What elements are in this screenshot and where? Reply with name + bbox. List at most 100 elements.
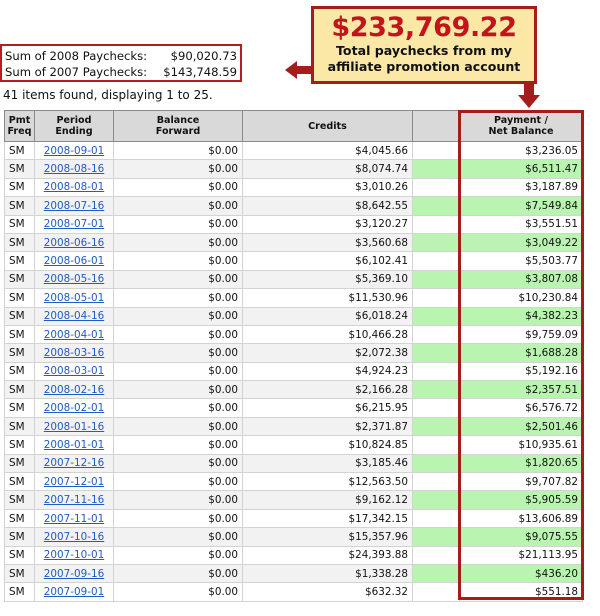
summary-row-2007: Sum of 2007 Paychecks: $143,748.59 bbox=[5, 64, 237, 80]
cell-blank bbox=[412, 232, 460, 253]
period-ending-link[interactable]: 2008-04-16 bbox=[44, 310, 104, 322]
callout-amount: $233,769.22 bbox=[331, 12, 517, 43]
cell-period-ending: 2008-01-16 bbox=[34, 416, 114, 437]
cell-pmt-freq: SM bbox=[4, 563, 35, 584]
period-ending-link[interactable]: 2008-04-01 bbox=[44, 329, 104, 341]
period-ending-link[interactable]: 2008-02-16 bbox=[44, 384, 104, 396]
sum-2008-label: Sum of 2008 Paychecks: bbox=[5, 49, 148, 63]
table-row: SM 2008-01-16 $0.00 $2,371.87 $2,501.46 bbox=[4, 416, 583, 437]
period-ending-link[interactable]: 2008-03-01 bbox=[44, 365, 104, 377]
header-credits[interactable]: Credits bbox=[242, 110, 413, 142]
cell-period-ending: 2008-09-01 bbox=[34, 140, 114, 161]
period-ending-link[interactable]: 2007-12-16 bbox=[44, 457, 104, 469]
cell-period-ending: 2008-05-01 bbox=[34, 288, 114, 308]
cell-payment-net-balance: $5,905.59 bbox=[459, 490, 583, 510]
period-ending-link[interactable]: 2007-10-01 bbox=[44, 549, 104, 561]
period-ending-link[interactable]: 2008-01-01 bbox=[44, 439, 104, 451]
period-ending-link[interactable]: 2008-06-16 bbox=[44, 237, 104, 249]
header-period-ending[interactable]: Period Ending bbox=[34, 110, 114, 142]
cell-credits: $632.32 bbox=[242, 582, 413, 602]
cell-payment-net-balance: $551.18 bbox=[459, 582, 583, 602]
cell-pmt-freq: SM bbox=[4, 508, 35, 529]
cell-period-ending: 2008-02-16 bbox=[34, 380, 114, 400]
cell-pmt-freq: SM bbox=[4, 490, 35, 510]
cell-credits: $17,342.15 bbox=[242, 508, 413, 529]
cell-balance-forward: $0.00 bbox=[113, 324, 243, 345]
cell-credits: $2,166.28 bbox=[242, 380, 413, 400]
cell-balance-forward: $0.00 bbox=[113, 196, 243, 216]
period-ending-link[interactable]: 2007-11-16 bbox=[44, 494, 104, 506]
total-paychecks-callout: $233,769.22 Total paychecks from my affi… bbox=[311, 6, 537, 84]
table-row: SM 2008-01-01 $0.00 $10,824.85 $10,935.61 bbox=[4, 435, 583, 455]
cell-blank bbox=[412, 269, 460, 290]
sum-2007-value: $143,748.59 bbox=[163, 65, 237, 79]
cell-blank bbox=[412, 140, 460, 161]
period-ending-link[interactable]: 2008-07-01 bbox=[44, 218, 104, 230]
cell-blank bbox=[412, 380, 460, 400]
cell-credits: $4,045.66 bbox=[242, 140, 413, 161]
cell-credits: $9,162.12 bbox=[242, 490, 413, 510]
cell-pmt-freq: SM bbox=[4, 453, 35, 474]
period-ending-link[interactable]: 2008-09-01 bbox=[44, 145, 104, 157]
cell-pmt-freq: SM bbox=[4, 232, 35, 253]
cell-credits: $2,371.87 bbox=[242, 416, 413, 437]
paycheck-table-container: Pmt Freq Period Ending Balance Forward C… bbox=[4, 110, 583, 602]
cell-payment-net-balance: $2,357.51 bbox=[459, 380, 583, 400]
period-ending-link[interactable]: 2008-05-01 bbox=[44, 292, 104, 304]
cell-balance-forward: $0.00 bbox=[113, 380, 243, 400]
cell-credits: $6,102.41 bbox=[242, 251, 413, 271]
cell-balance-forward: $0.00 bbox=[113, 177, 243, 198]
period-ending-link[interactable]: 2008-03-16 bbox=[44, 347, 104, 359]
cell-payment-net-balance: $436.20 bbox=[459, 563, 583, 584]
cell-payment-net-balance: $5,503.77 bbox=[459, 251, 583, 271]
period-ending-link[interactable]: 2007-09-01 bbox=[44, 586, 104, 598]
period-ending-link[interactable]: 2007-12-01 bbox=[44, 476, 104, 488]
header-pmt-freq-line1: Pmt bbox=[8, 115, 31, 126]
period-ending-link[interactable]: 2007-11-01 bbox=[44, 513, 104, 525]
header-pmt-freq-line2: Freq bbox=[7, 126, 32, 137]
arrow-down-icon bbox=[518, 82, 540, 108]
cell-credits: $8,642.55 bbox=[242, 196, 413, 216]
cell-pmt-freq: SM bbox=[4, 159, 35, 179]
cell-credits: $2,072.38 bbox=[242, 343, 413, 363]
cell-balance-forward: $0.00 bbox=[113, 343, 243, 363]
header-payment-net-balance[interactable]: Payment / Net Balance bbox=[459, 110, 583, 142]
header-pmt-freq[interactable]: Pmt Freq bbox=[4, 110, 35, 142]
cell-payment-net-balance: $3,049.22 bbox=[459, 232, 583, 253]
cell-blank bbox=[412, 527, 460, 547]
cell-blank bbox=[412, 453, 460, 474]
cell-blank bbox=[412, 416, 460, 437]
cell-period-ending: 2008-03-01 bbox=[34, 361, 114, 382]
header-balance-forward[interactable]: Balance Forward bbox=[113, 110, 243, 142]
table-row: SM 2008-08-16 $0.00 $8,074.74 $6,511.47 bbox=[4, 159, 583, 179]
period-ending-link[interactable]: 2008-02-01 bbox=[44, 402, 104, 414]
cell-credits: $6,018.24 bbox=[242, 306, 413, 326]
page: Sum of 2008 Paychecks: $90,020.73 Sum of… bbox=[0, 0, 600, 616]
cell-balance-forward: $0.00 bbox=[113, 582, 243, 602]
header-blank bbox=[412, 110, 460, 142]
period-ending-link[interactable]: 2008-06-01 bbox=[44, 255, 104, 267]
cell-period-ending: 2008-07-16 bbox=[34, 196, 114, 216]
period-ending-link[interactable]: 2008-08-16 bbox=[44, 163, 104, 175]
cell-credits: $10,824.85 bbox=[242, 435, 413, 455]
table-row: SM 2008-04-01 $0.00 $10,466.28 $9,759.09 bbox=[4, 324, 583, 345]
period-ending-link[interactable]: 2008-07-16 bbox=[44, 200, 104, 212]
cell-pmt-freq: SM bbox=[4, 214, 35, 234]
period-ending-link[interactable]: 2007-09-16 bbox=[44, 568, 104, 580]
period-ending-link[interactable]: 2008-08-01 bbox=[44, 181, 104, 193]
cell-period-ending: 2007-12-16 bbox=[34, 453, 114, 474]
cell-blank bbox=[412, 251, 460, 271]
period-ending-link[interactable]: 2007-10-16 bbox=[44, 531, 104, 543]
cell-pmt-freq: SM bbox=[4, 343, 35, 363]
cell-credits: $6,215.95 bbox=[242, 398, 413, 418]
cell-period-ending: 2008-07-01 bbox=[34, 214, 114, 234]
paycheck-table: Pmt Freq Period Ending Balance Forward C… bbox=[4, 110, 583, 602]
table-row: SM 2007-09-01 $0.00 $632.32 $551.18 bbox=[4, 582, 583, 602]
cell-credits: $1,338.28 bbox=[242, 563, 413, 584]
items-found-text: 41 items found, displaying 1 to 25. bbox=[3, 88, 213, 102]
period-ending-link[interactable]: 2008-01-16 bbox=[44, 421, 104, 433]
cell-balance-forward: $0.00 bbox=[113, 251, 243, 271]
period-ending-link[interactable]: 2008-05-16 bbox=[44, 273, 104, 285]
sum-2008-value: $90,020.73 bbox=[170, 49, 237, 63]
cell-balance-forward: $0.00 bbox=[113, 269, 243, 290]
